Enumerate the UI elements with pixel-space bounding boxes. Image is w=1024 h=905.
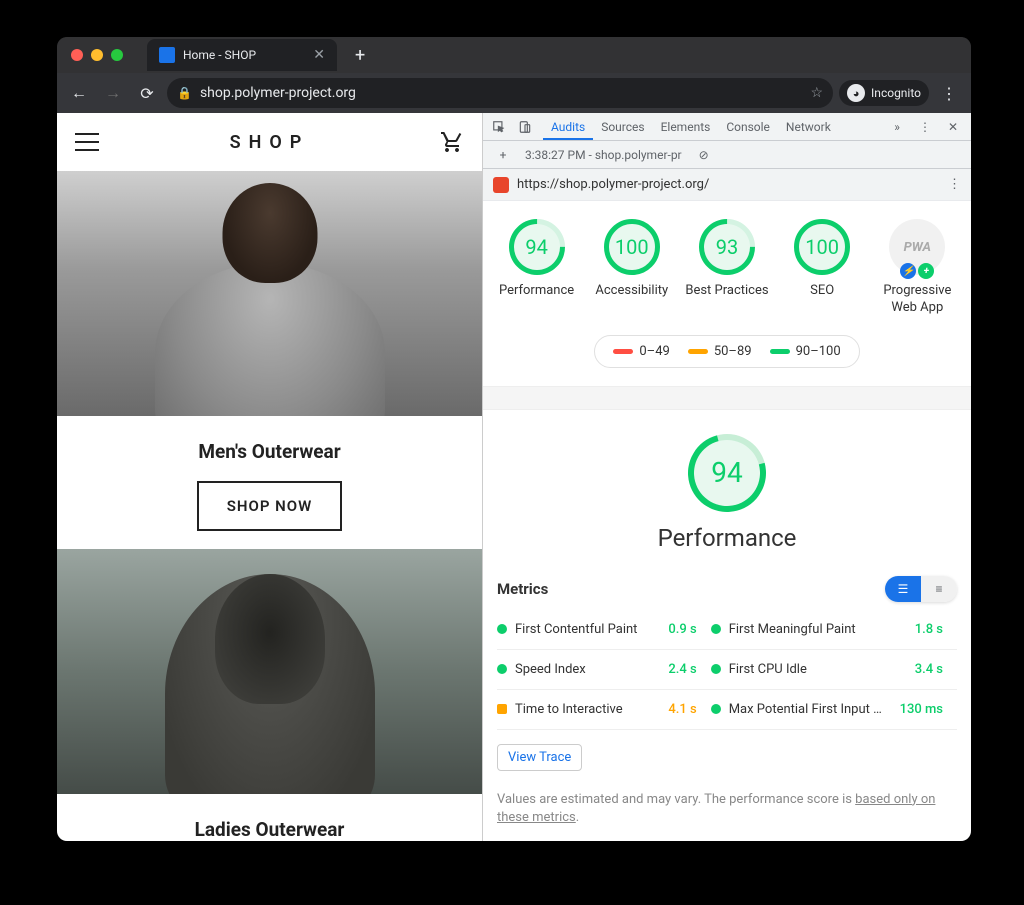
back-button[interactable]: ← (65, 79, 93, 107)
audit-report-body: 94 Performance 100 Accessibility 93 Best… (483, 201, 971, 841)
audit-url: https://shop.polymer-project.org/ (517, 177, 709, 192)
shop-logo: SHOP (230, 132, 310, 153)
hamburger-menu-button[interactable] (75, 133, 99, 151)
metric-tti[interactable]: Time to Interactive 4.1 s (497, 690, 711, 730)
bookmark-star-icon[interactable]: ☆ (810, 85, 823, 101)
maximize-window-button[interactable] (111, 49, 123, 61)
metric-fcp[interactable]: First Contentful Paint 0.9 s (497, 610, 711, 650)
status-dot-icon (497, 664, 507, 674)
audits-toolbar: + 3:38:27 PM - shop.polymer-pr ⊘ (483, 141, 971, 169)
cart-icon[interactable] (440, 130, 464, 154)
legend-average: 50–89 (688, 344, 752, 359)
shop-header: SHOP (57, 113, 482, 171)
close-window-button[interactable] (71, 49, 83, 61)
devtools-panel: Audits Sources Elements Console Network … (482, 113, 971, 841)
new-audit-icon[interactable]: + (491, 143, 515, 167)
close-tab-icon[interactable]: ✕ (313, 47, 325, 63)
new-tab-button[interactable]: + (347, 45, 373, 66)
devtools-menu-icon[interactable]: ⋮ (913, 115, 937, 139)
metric-max-fid[interactable]: Max Potential First Input Delay 130 ms (711, 690, 957, 730)
hero-image-ladies (57, 549, 482, 794)
gauge-best-practices[interactable]: 93 Best Practices (683, 219, 771, 317)
pwa-icon: PWA ⚡ + (889, 219, 945, 275)
status-dot-icon (711, 624, 721, 634)
audit-url-bar: https://shop.polymer-project.org/ ⋮ (483, 169, 971, 201)
metrics-footnote: Values are estimated and may vary. The p… (483, 785, 971, 841)
score-legend: 0–49 50–89 90–100 (594, 335, 859, 368)
gauge-pwa[interactable]: PWA ⚡ + Progressive Web App (873, 219, 961, 317)
view-toggle-expanded[interactable]: ≡ (921, 576, 957, 602)
incognito-icon: ◕ (847, 84, 865, 102)
legend-fail: 0–49 (613, 344, 669, 359)
metrics-header: Metrics ☰ ≡ (483, 568, 971, 610)
big-gauge-performance: 94 (688, 434, 766, 512)
view-toggle-collapsed[interactable]: ☰ (885, 576, 921, 602)
reload-button[interactable]: ⟳ (133, 79, 161, 107)
tab-network[interactable]: Network (778, 113, 839, 140)
gauge-performance[interactable]: 94 Performance (493, 219, 581, 317)
status-dot-icon (497, 704, 507, 714)
titlebar: Home - SHOP ✕ + (57, 37, 971, 73)
browser-tab[interactable]: Home - SHOP ✕ (147, 39, 337, 71)
address-bar: ← → ⟳ 🔒 shop.polymer-project.org ☆ ◕ Inc… (57, 73, 971, 113)
tab-title: Home - SHOP (183, 48, 305, 62)
url-field[interactable]: 🔒 shop.polymer-project.org ☆ (167, 78, 833, 108)
device-toggle-icon[interactable] (513, 115, 537, 139)
browser-window: Home - SHOP ✕ + ← → ⟳ 🔒 shop.polymer-pro… (57, 37, 971, 841)
devtools-tab-strip: Audits Sources Elements Console Network … (483, 113, 971, 141)
favicon-icon (159, 47, 175, 63)
status-dot-icon (497, 624, 507, 634)
incognito-label: Incognito (871, 86, 921, 100)
tab-elements[interactable]: Elements (653, 113, 719, 140)
shop-now-button[interactable]: SHOP NOW (197, 481, 343, 531)
url-text: shop.polymer-project.org (200, 85, 803, 101)
tab-console[interactable]: Console (718, 113, 778, 140)
score-gauges: 94 Performance 100 Accessibility 93 Best… (483, 201, 971, 327)
hero-image-mens (57, 171, 482, 416)
performance-section: 94 Performance (483, 410, 971, 568)
lock-icon: 🔒 (177, 86, 192, 100)
metrics-title: Metrics (497, 580, 548, 598)
status-dot-icon (711, 664, 721, 674)
section-divider (483, 386, 971, 410)
lighthouse-badge-icon (493, 177, 509, 193)
status-dot-icon (711, 704, 721, 714)
metrics-grid: First Contentful Paint 0.9 s First Meani… (483, 610, 971, 730)
more-tabs-icon[interactable]: » (885, 115, 909, 139)
big-gauge-label: Performance (483, 524, 971, 552)
close-devtools-icon[interactable]: ✕ (941, 115, 965, 139)
minimize-window-button[interactable] (91, 49, 103, 61)
forward-button[interactable]: → (99, 79, 127, 107)
section-title-ladies: Ladies Outerwear (57, 818, 482, 841)
pwa-fast-badge-icon: ⚡ (900, 263, 916, 279)
clear-audits-icon[interactable]: ⊘ (692, 143, 716, 167)
metric-first-cpu-idle[interactable]: First CPU Idle 3.4 s (711, 650, 957, 690)
metrics-view-toggle: ☰ ≡ (885, 576, 957, 602)
audit-menu-icon[interactable]: ⋮ (948, 177, 961, 192)
tab-sources[interactable]: Sources (593, 113, 652, 140)
tab-audits[interactable]: Audits (543, 113, 593, 140)
metric-speed-index[interactable]: Speed Index 2.4 s (497, 650, 711, 690)
section-title-mens: Men's Outerwear (57, 440, 482, 463)
inspect-element-icon[interactable] (487, 115, 511, 139)
audit-timestamp[interactable]: 3:38:27 PM - shop.polymer-pr (525, 148, 682, 162)
view-trace-button[interactable]: View Trace (497, 744, 582, 771)
incognito-chip[interactable]: ◕ Incognito (839, 80, 929, 106)
pwa-installable-badge-icon: + (918, 263, 934, 279)
traffic-lights (57, 49, 123, 61)
metric-fmp[interactable]: First Meaningful Paint 1.8 s (711, 610, 957, 650)
page-viewport: SHOP Men's Outerwear SHOP NOW Ladies Out… (57, 113, 482, 841)
content-area: SHOP Men's Outerwear SHOP NOW Ladies Out… (57, 113, 971, 841)
gauge-seo[interactable]: 100 SEO (778, 219, 866, 317)
browser-menu-button[interactable]: ⋮ (935, 84, 963, 103)
gauge-accessibility[interactable]: 100 Accessibility (588, 219, 676, 317)
legend-pass: 90–100 (770, 344, 841, 359)
